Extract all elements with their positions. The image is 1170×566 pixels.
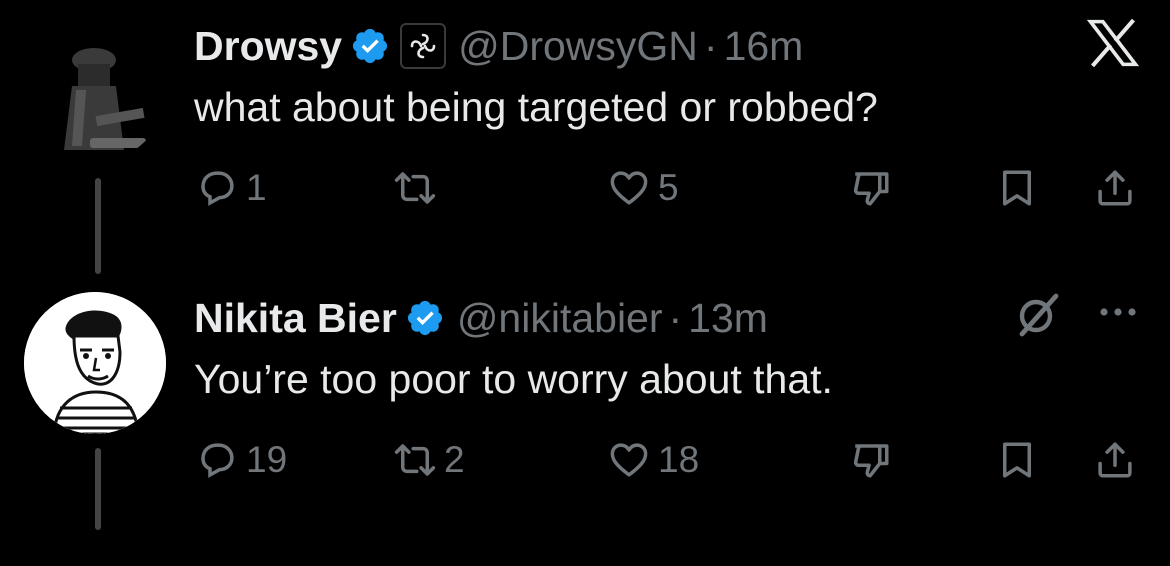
handle[interactable]: @nikitabier (457, 295, 663, 342)
reply-icon (196, 167, 238, 209)
tweet-drowsy: Drowsy @DrowsyGN · 16m what about being … (0, 0, 1170, 274)
reply-count: 19 (246, 439, 288, 480)
handle[interactable]: @DrowsyGN (458, 23, 698, 70)
share-button[interactable] (1094, 164, 1136, 212)
bookmark-button[interactable] (996, 164, 1038, 212)
action-bar: 19 2 18 (194, 436, 1144, 484)
tweet-text: You’re too poor to worry about that. (194, 356, 833, 402)
bookmark-button[interactable] (996, 436, 1038, 484)
reply-count: 1 (246, 167, 267, 208)
like-count: 5 (658, 167, 679, 208)
thumbs-down-icon (850, 167, 892, 209)
reply-button[interactable]: 1 (196, 164, 267, 212)
repost-button[interactable]: 2 (394, 436, 465, 484)
separator-dot: · (703, 22, 718, 69)
timestamp[interactable]: 13m (688, 295, 768, 342)
bookmark-icon (996, 439, 1038, 481)
verified-badge-icon (350, 26, 390, 66)
action-bar: 1 5 (194, 164, 1144, 212)
affiliate-badge-icon[interactable] (400, 23, 447, 69)
grok-icon[interactable] (1014, 290, 1062, 343)
display-name[interactable]: Nikita Bier (194, 295, 397, 342)
share-button[interactable] (1094, 436, 1136, 484)
like-button[interactable]: 18 (608, 436, 699, 484)
x-logo-icon (1086, 18, 1140, 73)
share-icon (1094, 167, 1136, 209)
like-button[interactable]: 5 (608, 164, 679, 212)
timestamp[interactable]: 16m (724, 23, 804, 70)
display-name[interactable]: Drowsy (194, 23, 342, 70)
avatar-drowsy[interactable] (24, 20, 166, 162)
share-icon (1094, 439, 1136, 481)
thumbs-down-icon (850, 439, 892, 481)
more-options-icon[interactable] (1098, 302, 1138, 327)
reply-button[interactable]: 19 (196, 436, 287, 484)
repost-icon (394, 439, 436, 481)
repost-icon (394, 167, 436, 209)
downvote-button[interactable] (850, 436, 892, 484)
thread-line (95, 448, 101, 530)
reply-icon (196, 439, 238, 481)
tweet-header: Drowsy @DrowsyGN · 16m (194, 22, 803, 70)
repost-button[interactable] (394, 164, 444, 212)
separator-dot: · (668, 294, 683, 341)
downvote-button[interactable] (850, 164, 892, 212)
repost-count: 2 (444, 439, 465, 480)
like-count: 18 (658, 439, 700, 480)
bookmark-icon (996, 167, 1038, 209)
heart-icon (608, 167, 650, 209)
tweet-nikita-bier: Nikita Bier @nikitabier · 13m You’re too… (0, 272, 1170, 566)
avatar-nikita-bier[interactable] (24, 292, 166, 434)
thread-line (95, 178, 101, 274)
tweet-text: what about being targeted or robbed? (194, 84, 878, 130)
tweet-header: Nikita Bier @nikitabier · 13m (194, 294, 768, 342)
heart-icon (608, 439, 650, 481)
verified-badge-icon (405, 298, 445, 338)
